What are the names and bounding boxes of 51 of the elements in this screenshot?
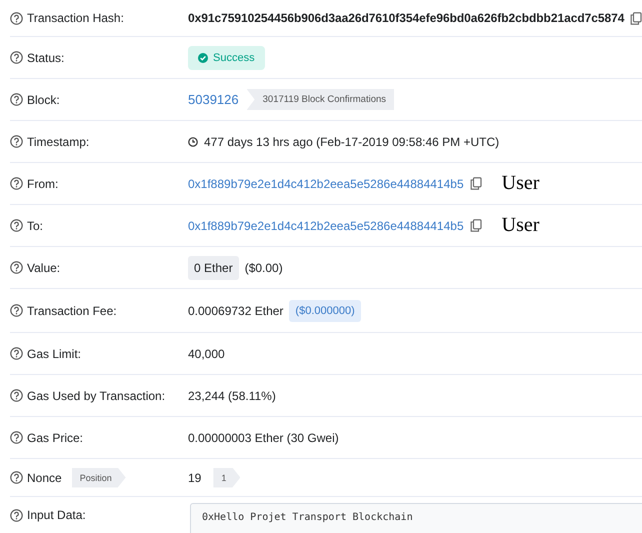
ether-badge: 0 Ether <box>188 256 239 280</box>
help-icon[interactable] <box>10 135 23 148</box>
field-label: Gas Limit: <box>27 346 82 360</box>
annotation-text: User <box>502 214 540 237</box>
help-icon[interactable] <box>10 347 23 360</box>
help-icon[interactable] <box>10 219 23 232</box>
help-icon[interactable] <box>10 304 23 317</box>
check-circle-icon <box>198 52 208 62</box>
field-label: Gas Price: <box>27 430 84 444</box>
copy-icon[interactable] <box>470 219 482 232</box>
field-label: To: <box>27 218 44 232</box>
field-label: Transaction Fee: <box>27 304 117 318</box>
field-label: Value: <box>27 260 60 274</box>
field-label: Block: <box>27 92 60 106</box>
help-icon[interactable] <box>10 508 23 522</box>
transaction-hash: 0x91c75910254456b906d3aa26d7610f354efe96bd0a626fb2cbdbb21acd7c5874 <box>188 11 624 25</box>
help-icon[interactable] <box>10 261 23 274</box>
usd-value: ($0.00) <box>244 260 283 274</box>
help-icon[interactable] <box>10 471 23 484</box>
usd-badge: ($0.000000) <box>289 300 361 322</box>
clock-icon <box>188 136 198 146</box>
annotation-text: User <box>502 172 540 195</box>
field-value: 0.00000003 Ether (30 Gwei) <box>188 430 339 444</box>
field-label: From: <box>27 176 58 190</box>
field-label: Status: <box>27 50 64 64</box>
help-icon[interactable] <box>10 12 23 24</box>
field-value: 23,244 (58.11%) <box>188 388 276 402</box>
help-icon[interactable] <box>10 93 23 106</box>
status-text: Success <box>213 52 255 64</box>
field-label: Timestamp: <box>27 134 90 148</box>
position-tag: Position <box>72 468 126 488</box>
field-label: Transaction Hash: <box>27 11 124 25</box>
field-label: Input Data: <box>27 508 86 522</box>
copy-icon[interactable] <box>630 12 642 24</box>
help-icon[interactable] <box>10 389 23 402</box>
help-icon[interactable] <box>10 431 23 444</box>
block-link[interactable]: 5039126 <box>188 92 239 107</box>
help-icon[interactable] <box>10 177 23 190</box>
field-value: 40,000 <box>188 346 225 360</box>
help-icon[interactable] <box>10 51 23 64</box>
fee-value: 0.00069732 Ether <box>188 304 284 318</box>
nonce-value: 19 <box>188 470 202 484</box>
field-label: Gas Used by Transaction: <box>27 388 166 402</box>
copy-icon[interactable] <box>470 177 482 190</box>
field-label: Nonce <box>27 470 62 484</box>
position-tag: 1 <box>213 468 240 488</box>
address-link[interactable]: 0x1f889b79e2e1d4c412b2eea5e5286e44884414b5 <box>188 176 464 190</box>
timestamp-text: 477 days 13 hrs ago (Feb-17-2019 09:58:46 PM +UTC) <box>204 134 500 148</box>
confirmations-tag: 3017119 Block Confirmations <box>246 89 394 110</box>
input-data-box: 0xHello Projet Transport Blockchain <box>190 503 642 533</box>
address-link[interactable]: 0x1f889b79e2e1d4c412b2eea5e5286e44884414b5 <box>188 218 464 232</box>
